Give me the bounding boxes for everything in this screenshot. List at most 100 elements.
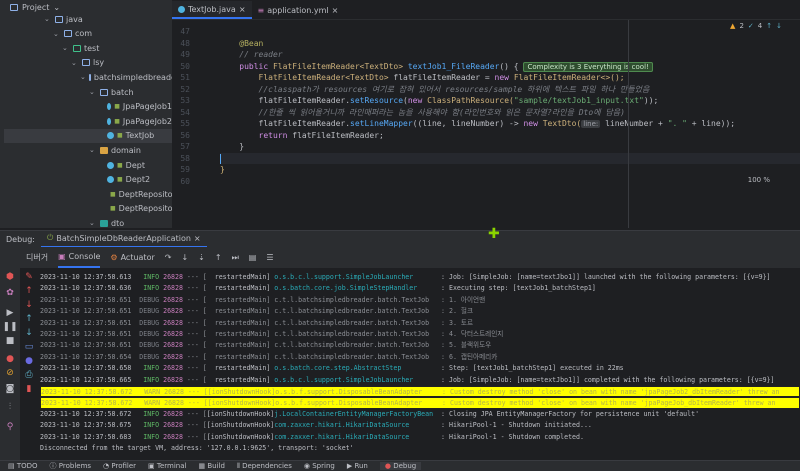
force-step-into-icon[interactable]: ⇣ [198, 253, 205, 262]
resume-icon[interactable]: ▶ [0, 308, 20, 318]
log-timestamp: 2023-11-10 12:37:58.651 [40, 307, 132, 316]
tree-item[interactable]: ■ DeptRepository [4, 187, 181, 201]
tree-item[interactable]: ⌄ batchsimpledbreader [4, 70, 179, 84]
tool-window-todo[interactable]: ▤ TODO [8, 462, 38, 470]
class-icon [107, 132, 114, 140]
tool-window-terminal[interactable]: ▣ Terminal [148, 462, 186, 470]
tab-debugger[interactable]: 디버거 [26, 252, 48, 263]
print-icon[interactable]: ⎙ [19, 370, 39, 380]
tree-item[interactable]: ⌄ com [4, 27, 172, 41]
tool-window-build[interactable]: ▦ Build [198, 462, 224, 470]
log-line: 2023-11-10 12:37:58.654 DEBUG 26828 --- … [40, 352, 800, 363]
log-message: : 2. 헐크 [441, 307, 474, 316]
tree-item[interactable]: ■ DeptRepository2 [4, 202, 186, 216]
chevron-down-icon[interactable]: ⌄ [71, 59, 79, 67]
close-icon[interactable]: × [194, 234, 201, 243]
folder-icon [82, 59, 90, 67]
clear-icon[interactable]: ✎ [19, 272, 39, 282]
pause-icon[interactable]: ❚❚ [0, 322, 20, 332]
tool-window-label: Terminal [156, 462, 187, 470]
line-number: 59 [180, 165, 190, 174]
log-message: : 3. 토르 [441, 318, 474, 327]
breakpoints-icon[interactable]: ● [0, 354, 20, 364]
folder-icon [73, 44, 81, 52]
tab-label: Actuator [120, 253, 155, 262]
up-stack-icon[interactable]: ↑ [19, 314, 39, 324]
chevron-down-icon[interactable]: ⌄ [80, 73, 86, 81]
chevron-down-icon[interactable]: ⌄ [44, 15, 52, 23]
console-output[interactable]: 2023-11-10 12:37:58.613 INFO 26828 --- [… [38, 268, 800, 460]
log-line: 2023-11-10 12:37:58.665 INFO 26828 --- [… [40, 375, 800, 386]
trace-icon[interactable]: ☰ [266, 253, 273, 262]
tool-window-spring[interactable]: ◉ Spring [304, 462, 335, 470]
log-thread: restartedMain] [206, 330, 271, 338]
close-icon[interactable]: × [239, 5, 246, 14]
tab-console[interactable]: ▣ Console [58, 247, 101, 268]
stop-icon[interactable]: ■ [0, 336, 20, 346]
log-logger: o.s.batch.core.step.AbstractStep [274, 364, 438, 373]
rerun-icon[interactable]: ⬢ [0, 272, 20, 282]
log-logger: o.s.batch.core.job.SimpleStepHandler [274, 284, 438, 293]
log-level: DEBUG [139, 352, 160, 361]
layout-icon[interactable]: ⫶ [0, 402, 20, 412]
tool-window-dependencies[interactable]: ⫴ Dependencies [237, 462, 292, 471]
code-token: flatFileItemReader; [292, 130, 384, 140]
mute-breakpoints-icon[interactable]: ⊘ [0, 368, 20, 378]
editor-tab[interactable]: ≡ application.yml × [252, 1, 345, 19]
tree-item[interactable]: ⌄ test [4, 41, 172, 55]
log-message: : HikariPool-1 - Shutdown initiated... [441, 421, 592, 430]
down-icon[interactable]: ↓ [19, 300, 39, 310]
tree-item[interactable]: ■ Dept2 [4, 173, 172, 187]
debug-session-tab[interactable]: ⏻ BatchSimpleDbReaderApplication × [41, 231, 207, 248]
tree-item[interactable]: ⌄ batch [4, 85, 172, 99]
scroll-end-icon[interactable]: ● [19, 356, 39, 366]
chevron-down-icon[interactable]: ⌄ [89, 88, 97, 96]
log-message: : Step: [textJob1_batchStep1] executed i… [441, 364, 624, 373]
settings-icon[interactable]: ✿ [0, 288, 20, 298]
code-area[interactable]: @Bean // reader public FlatFileItemReade… [220, 20, 800, 228]
tree-item[interactable]: ■ TextJob [4, 128, 172, 143]
tree-item-label: batch [111, 87, 134, 97]
log-message: : Closing JPA EntityManagerFactory for p… [441, 409, 700, 418]
tool-window-run[interactable]: ▶ Run [347, 462, 368, 470]
up-icon[interactable]: ↑ [19, 286, 39, 296]
down-stack-icon[interactable]: ↓ [19, 328, 39, 338]
step-out-icon[interactable]: ↑ [215, 253, 222, 262]
log-thread: restartedMain] [206, 295, 271, 304]
tree-item[interactable]: ⌄ dto [4, 216, 172, 230]
tool-window-problems[interactable]: ⓘ Problems [50, 461, 92, 471]
close-icon[interactable]: × [332, 6, 339, 15]
tree-item[interactable]: ■ JpaPageJob2 [4, 114, 172, 128]
project-panel: Project ⌄ ⌄ java ⌄ com ⌄ test ⌄ lsy ⌄ batchsimple… [4, 0, 186, 230]
step-into-icon[interactable]: ↓ [181, 253, 188, 262]
complexity-badge[interactable]: Complexity is 3 Everything is cool! [523, 61, 653, 72]
chevron-down-icon[interactable]: ⌄ [89, 219, 97, 227]
debug-toolbar: 디버거 ▣ Console ⚙ Actuator ↷ ↓ ⇣ ↑ ⏭ ▤ ☰ [0, 247, 800, 268]
log-separator: --- [ [182, 409, 207, 418]
tree-item[interactable]: ■ Dept [4, 158, 172, 172]
chevron-down-icon[interactable]: ⌄ [89, 146, 97, 154]
trash-icon[interactable]: ▮ [19, 384, 39, 394]
step-over-icon[interactable]: ↷ [165, 253, 172, 262]
run-to-cursor-icon[interactable]: ⏭ [232, 253, 239, 263]
chevron-down-icon[interactable]: ⌄ [53, 30, 61, 38]
lock-icon: ■ [110, 190, 116, 198]
chevron-down-icon[interactable]: ⌄ [53, 3, 60, 12]
evaluate-icon[interactable]: ▤ [249, 253, 257, 262]
tool-window-profiler[interactable]: ◔ Profiler [103, 462, 136, 470]
tree-item[interactable]: ⌄ domain [4, 143, 172, 157]
tab-actuator[interactable]: ⚙ Actuator [110, 253, 154, 262]
tree-item[interactable]: ⌄ java [4, 12, 172, 26]
tree-item[interactable]: ⌄ lsy [4, 56, 172, 70]
tool-window-debug[interactable]: ● Debug [379, 462, 422, 470]
tree-item[interactable]: ■ JpaPageJob1 [4, 100, 172, 114]
pin-icon[interactable]: ⚲ [0, 422, 20, 432]
editor-tab[interactable]: TextJob.java × [172, 1, 252, 19]
chevron-down-icon[interactable]: ⌄ [62, 44, 70, 52]
wrap-icon[interactable]: ▭ [19, 342, 39, 352]
code-token: ". " [667, 119, 687, 128]
project-icon [10, 3, 18, 11]
camera-icon[interactable]: ◙ [0, 384, 20, 394]
